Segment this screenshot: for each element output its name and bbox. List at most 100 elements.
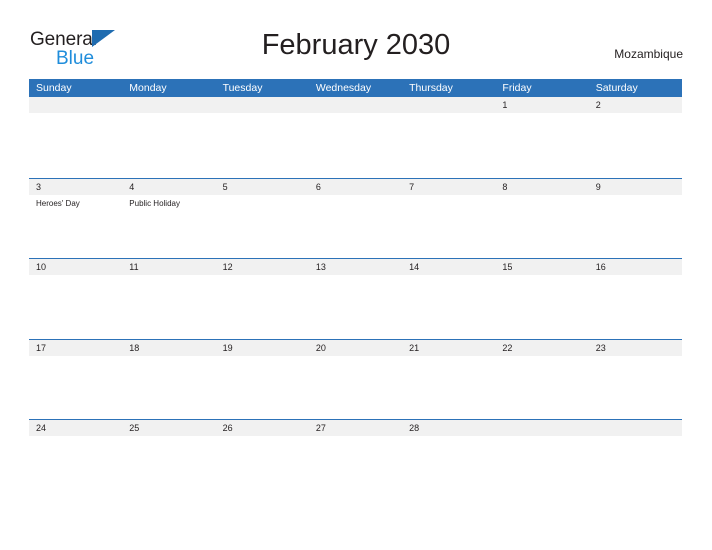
day-cell-empty-saturday [589,420,682,500]
day-number: 24 [36,423,47,433]
day-number: 21 [409,342,420,353]
day-events [316,195,402,199]
holiday-event: Public Holiday [129,198,180,208]
day-events [409,113,495,117]
day-cell-26[interactable]: 26 [216,420,309,500]
day-events [409,275,495,279]
day-cell-25[interactable]: 25 [122,420,215,500]
day-number: 28 [409,423,420,433]
day-events: Heroes' Day [36,195,122,209]
weekday-header-saturday: Saturday [595,82,638,94]
day-cell-28[interactable]: 28 [402,420,495,500]
day-cell-13[interactable]: 13 [309,259,402,339]
day-events [36,113,122,117]
day-cell-empty-tuesday [216,97,309,178]
weekday-header-tuesday: Tuesday [222,82,263,94]
day-events [502,275,588,279]
calendar-table: Sunday Monday Tuesday Wednesday Thursday… [29,79,682,500]
day-cell-22[interactable]: 22 [495,340,588,420]
day-cell-1[interactable]: 1 [495,97,588,178]
day-events [36,275,122,279]
day-cell-4[interactable]: 4 Public Holiday [122,179,215,259]
day-cell-16[interactable]: 16 [589,259,682,339]
weekday-header-sunday: Sunday [36,82,72,94]
calendar-week-row: 12 [29,97,682,178]
day-number: 9 [595,181,601,192]
week-cells: 3 Heroes' Day 4 Public Holiday 5 6 7 8 9 [29,179,682,259]
day-number: 14 [409,262,420,272]
day-events [596,356,682,360]
day-cell-12[interactable]: 12 [216,259,309,339]
weekday-header-row: Sunday Monday Tuesday Wednesday Thursday… [29,79,682,97]
day-cell-empty-wednesday [309,97,402,178]
day-cell-23[interactable]: 23 [589,340,682,420]
day-cell-8[interactable]: 8 [495,179,588,259]
day-number: 18 [129,342,140,353]
day-number: 3 [36,181,42,192]
day-events: Public Holiday [129,195,215,209]
day-events [129,436,215,440]
week-cells: 17 18 19 20 21 22 23 [29,340,682,420]
day-events [502,195,588,199]
day-cell-6[interactable]: 6 [309,179,402,259]
day-cell-5[interactable]: 5 [216,179,309,259]
day-events [223,113,309,117]
day-number: 8 [502,181,508,192]
day-cell-11[interactable]: 11 [122,259,215,339]
day-number: 17 [36,342,47,353]
day-events [596,195,682,199]
day-cell-27[interactable]: 27 [309,420,402,500]
day-cell-empty-monday [122,97,215,178]
week-cells: 12 [29,97,682,178]
day-events [223,275,309,279]
day-cell-empty-sunday [29,97,122,178]
day-cell-19[interactable]: 19 [216,340,309,420]
day-events [596,275,682,279]
week-cells: 10 11 12 13 14 15 16 [29,259,682,339]
day-cell-3[interactable]: 3 Heroes' Day [29,179,122,259]
day-cell-24[interactable]: 24 [29,420,122,500]
day-cell-17[interactable]: 17 [29,340,122,420]
day-number: 22 [502,342,513,353]
country-label: Mozambique [614,47,683,61]
week-cells: 24 25 26 27 28 [29,420,682,500]
day-cell-7[interactable]: 7 [402,179,495,259]
weekday-header-friday: Friday [502,82,532,94]
day-number: 23 [595,342,606,353]
day-cell-14[interactable]: 14 [402,259,495,339]
day-number: 11 [129,262,139,272]
day-events [502,113,588,117]
day-number: 19 [222,342,233,353]
day-events [409,356,495,360]
day-number: 12 [222,262,233,272]
day-events [36,356,122,360]
day-events [502,436,588,440]
day-number: 2 [595,100,601,110]
day-cell-10[interactable]: 10 [29,259,122,339]
calendar-weeks: 1 2 3 Heroes' Day 4 Public Holiday 5 6 7 8 9 10 11 12… [29,97,682,500]
day-number: 5 [222,181,228,192]
day-events [596,436,682,440]
calendar-week-row: 17 18 19 20 21 22 23 [29,338,682,420]
day-cell-2[interactable]: 2 [589,97,682,178]
day-events [502,356,588,360]
day-cell-15[interactable]: 15 [495,259,588,339]
day-number: 27 [315,423,326,433]
day-events [36,436,122,440]
day-events [316,113,402,117]
calendar-page: General Blue February 2030 Mozambique Su… [0,0,712,550]
day-cell-18[interactable]: 18 [122,340,215,420]
day-number: 26 [222,423,233,433]
day-cell-20[interactable]: 20 [309,340,402,420]
day-events [223,356,309,360]
day-cell-9[interactable]: 9 [589,179,682,259]
weekday-header-thursday: Thursday [409,82,453,94]
day-events [223,195,309,199]
day-events [316,356,402,360]
day-number: 10 [36,262,47,272]
day-number: 6 [315,181,321,192]
day-cell-empty-friday [495,420,588,500]
day-events [409,195,495,199]
day-cell-21[interactable]: 21 [402,340,495,420]
calendar-week-row: 3 Heroes' Day 4 Public Holiday 5 6 7 8 9 [29,177,682,259]
